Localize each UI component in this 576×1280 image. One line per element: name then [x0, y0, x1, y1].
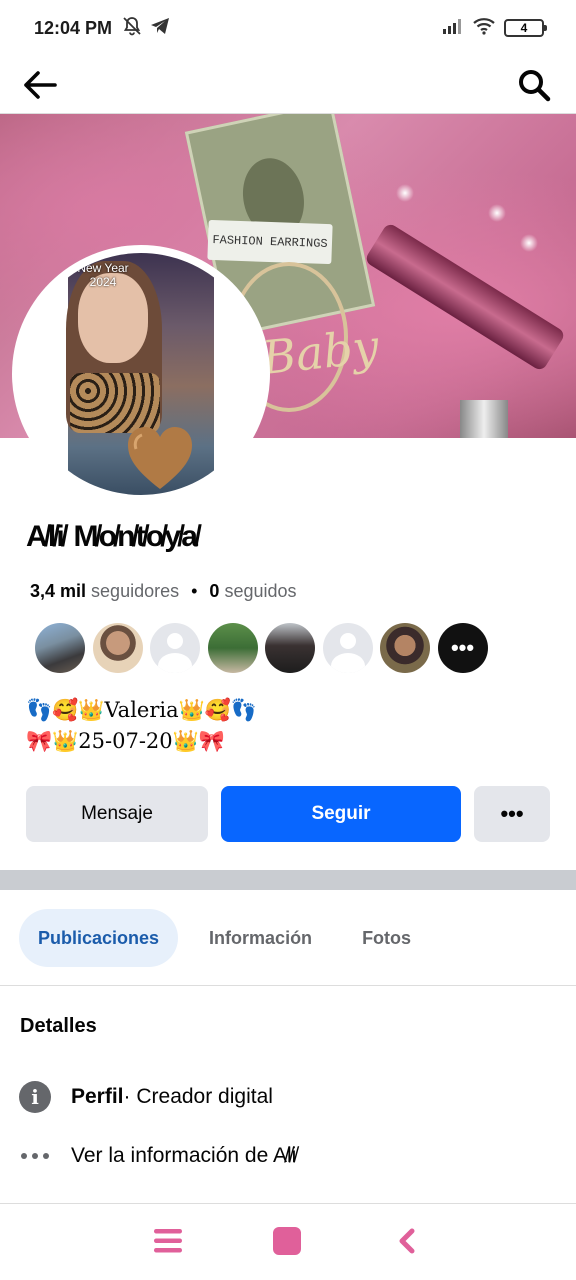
status-time: 12:04 PM — [34, 17, 113, 38]
profile-bio: 👣🥰👑Valeria👑🥰👣 🎀👑25-07-20👑🎀 — [26, 695, 257, 757]
detail-profile-row: i Perfil · Creador digital — [19, 1081, 273, 1113]
cover-tube — [460, 400, 508, 438]
follower-avatar[interactable] — [265, 623, 315, 673]
followers-avatars-row: ••• — [35, 623, 488, 673]
detail-profile-label: Perfil — [71, 1085, 124, 1108]
bell-muted-icon — [122, 16, 142, 41]
detail-profile-value: · Creador digital — [123, 1085, 273, 1108]
search-icon[interactable] — [514, 65, 554, 105]
tabs-divider — [0, 985, 576, 986]
followers-count: 3,4 mil — [30, 581, 87, 601]
see-info-label: Ver la información de A̸l̸i̸ — [71, 1144, 297, 1167]
see-info-row[interactable]: Ver la información de A̸l̸i̸ — [19, 1140, 296, 1172]
status-bar: 12:04 PM 4 — [0, 0, 576, 56]
follower-avatar[interactable] — [92, 623, 143, 673]
follower-avatar[interactable] — [380, 623, 430, 673]
back-arrow-icon[interactable] — [20, 65, 60, 105]
cover-card-text: FASHION EARRINGS — [207, 219, 333, 265]
profile-avatar[interactable]: New Year 2024 — [20, 253, 262, 495]
back-nav-icon[interactable] — [396, 1226, 436, 1260]
menu-icon[interactable] — [152, 1226, 192, 1260]
sparkle — [396, 184, 414, 202]
profile-tabs: Publicaciones Información Fotos — [19, 909, 430, 967]
wifi-icon — [472, 17, 496, 40]
telegram-icon — [150, 17, 170, 40]
bio-line-2: 🎀👑25-07-20👑🎀 — [26, 729, 225, 753]
section-divider — [0, 870, 576, 890]
separator-dot: • — [191, 581, 198, 601]
signal-icon — [442, 18, 464, 39]
message-button[interactable]: Mensaje — [26, 786, 208, 842]
bio-line-1: 👣🥰👑Valeria👑🥰👣 — [26, 698, 258, 722]
avatar-caption: New Year 2024 — [77, 261, 129, 289]
more-dots-icon — [19, 1140, 51, 1172]
sparkle — [520, 234, 538, 252]
system-nav-bar — [0, 1204, 576, 1280]
followers-label: seguidores — [91, 581, 180, 601]
more-followers-button[interactable]: ••• — [437, 623, 488, 673]
follower-avatar-placeholder[interactable] — [150, 623, 200, 673]
follow-button[interactable]: Seguir — [221, 786, 461, 842]
heart-sticker-icon — [128, 427, 192, 489]
home-icon[interactable] — [272, 1226, 312, 1260]
follower-avatar[interactable] — [207, 623, 258, 673]
tab-publicaciones[interactable]: Publicaciones — [19, 909, 179, 967]
following-count: 0 — [209, 581, 220, 601]
following-label: seguidos — [224, 581, 297, 601]
tab-informacion[interactable]: Información — [190, 909, 331, 967]
profile-name: A̸l̸i̸ M̸o̸n̸t̸o̸y̸a̸ — [26, 520, 199, 553]
follower-avatar[interactable] — [35, 623, 85, 673]
info-icon: i — [19, 1081, 51, 1113]
details-title: Detalles — [20, 1015, 97, 1037]
tab-fotos[interactable]: Fotos — [343, 909, 430, 967]
followers-info[interactable]: 3,4 mil seguidores • 0 seguidos — [30, 581, 297, 602]
top-app-bar — [0, 56, 576, 114]
sparkle — [488, 204, 506, 222]
battery-icon: 4 — [504, 19, 547, 37]
more-options-button[interactable]: ••• — [474, 786, 550, 842]
follower-avatar-placeholder[interactable] — [322, 623, 373, 673]
